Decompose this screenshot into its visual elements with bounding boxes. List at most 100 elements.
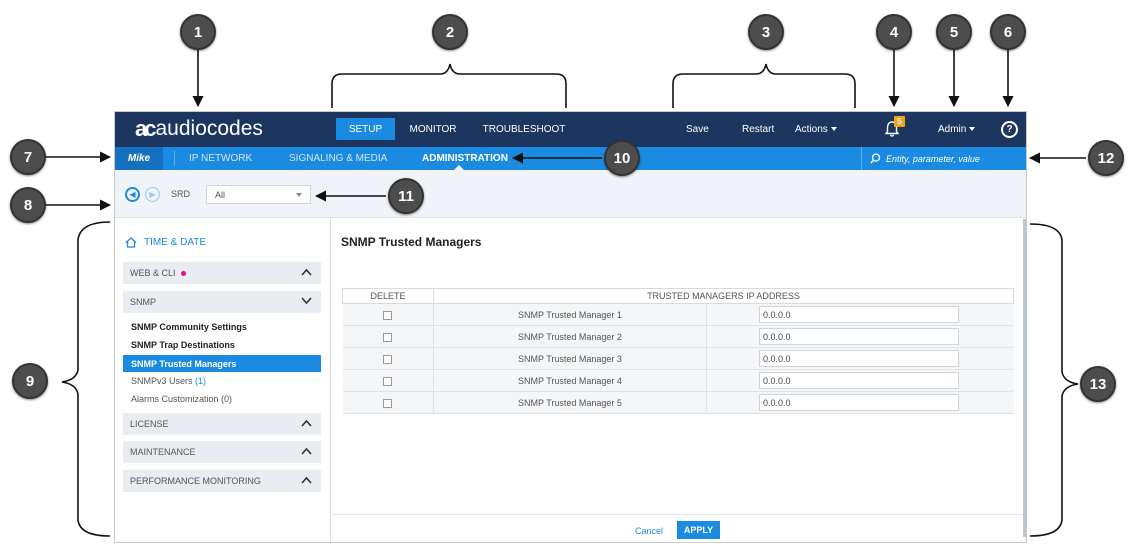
manager-name: SNMP Trusted Manager 4 xyxy=(433,369,707,392)
tree-item-snmp-trap-destinations[interactable]: SNMP Trap Destinations xyxy=(131,340,235,350)
tree-item-snmpv3-users[interactable]: SNMPv3 Users (1) xyxy=(131,376,206,386)
scrollbar[interactable] xyxy=(1023,219,1026,537)
search-input[interactable]: Entity, parameter, value xyxy=(861,147,1026,170)
work-pane: SNMP Trusted Managers DELETE TRUSTED MAN… xyxy=(332,219,1026,542)
logo-mark: ac xyxy=(135,116,157,141)
srd-label: SRD xyxy=(171,189,191,199)
ip-address-input[interactable]: 0.0.0.0 xyxy=(759,328,959,345)
delete-checkbox[interactable] xyxy=(383,398,393,408)
chevron-down-icon xyxy=(830,127,837,131)
tree-group-snmp[interactable]: SNMP xyxy=(123,291,321,313)
notification-badge: 5 xyxy=(894,116,905,127)
tree-group-maintenance[interactable]: MAINTENANCE xyxy=(123,441,321,463)
tree-item-label: SNMPv3 Users xyxy=(131,376,193,386)
tab-setup[interactable]: SETUP xyxy=(336,118,395,140)
table-row: SNMP Trusted Manager 3 0.0.0.0 xyxy=(342,347,1014,370)
admin-user-menu[interactable]: Admin xyxy=(938,118,976,140)
admin-user-label: Admin xyxy=(938,123,967,135)
group-label: MAINTENANCE xyxy=(130,447,196,457)
item-count: (1) xyxy=(195,376,207,386)
chevron-down-icon xyxy=(301,297,312,305)
srd-selected-value: All xyxy=(215,189,226,200)
tree-group-performance-monitoring[interactable]: PERFORMANCE MONITORING xyxy=(123,470,321,492)
tab-monitor[interactable]: MONITOR xyxy=(400,118,466,140)
manager-name: SNMP Trusted Manager 5 xyxy=(433,391,707,414)
tree-item-snmp-community-settings[interactable]: SNMP Community Settings xyxy=(131,322,247,332)
ip-address-input[interactable]: 0.0.0.0 xyxy=(759,350,959,367)
group-label: PERFORMANCE MONITORING xyxy=(130,476,261,486)
chevron-up-icon xyxy=(301,476,312,484)
actions-menu[interactable]: Actions xyxy=(795,118,837,140)
srd-toolbar: ◀ ▶ SRD All xyxy=(115,170,1026,218)
navigation-tree: TIME & DATE WEB & CLI SNMP SNMP Communit… xyxy=(115,219,331,542)
save-button[interactable]: Save xyxy=(686,118,709,140)
tree-home-time-date[interactable]: TIME & DATE xyxy=(125,237,206,248)
annotated-screenshot: 1 2 3 4 5 6 7 8 9 10 11 12 13 ac audioco… xyxy=(0,0,1128,544)
table-row: SNMP Trusted Manager 1 0.0.0.0 xyxy=(342,303,1014,326)
cancel-button[interactable]: Cancel xyxy=(635,526,663,536)
delete-checkbox[interactable] xyxy=(383,376,393,386)
tab-ip-network[interactable]: IP NETWORK xyxy=(189,147,252,170)
web-interface: ac audiocodes SETUP MONITOR TROUBLESHOOT… xyxy=(114,111,1027,543)
top-menu-bar: ac audiocodes SETUP MONITOR TROUBLESHOOT… xyxy=(115,112,1026,147)
navigation-bar: Mike IP NETWORK SIGNALING & MEDIA ADMINI… xyxy=(115,147,1026,170)
callout-10: 10 xyxy=(604,140,640,176)
callout-12: 12 xyxy=(1088,140,1124,176)
callout-13: 13 xyxy=(1080,366,1116,402)
srd-dropdown[interactable]: All xyxy=(206,185,311,204)
actions-menu-label: Actions xyxy=(795,123,828,135)
search-icon xyxy=(870,153,881,164)
callout-5: 5 xyxy=(936,14,972,50)
callout-8: 8 xyxy=(10,187,46,223)
forward-arrow-icon[interactable]: ▶ xyxy=(145,187,160,202)
tree-home-label: TIME & DATE xyxy=(144,237,207,248)
callout-7: 7 xyxy=(10,139,46,175)
ip-address-input[interactable]: 0.0.0.0 xyxy=(759,372,959,389)
help-icon[interactable]: ? xyxy=(1001,121,1018,138)
delete-checkbox[interactable] xyxy=(383,310,393,320)
chevron-up-icon xyxy=(301,419,312,427)
item-count: (0) xyxy=(221,394,233,404)
search-placeholder: Entity, parameter, value xyxy=(886,153,980,164)
tree-group-web-cli[interactable]: WEB & CLI xyxy=(123,262,321,284)
audiocodes-logo: ac audiocodes xyxy=(135,116,263,141)
group-label: WEB & CLI xyxy=(130,268,176,278)
unsaved-changes-indicator xyxy=(180,270,186,276)
tree-item-label: Alarms Customization xyxy=(131,394,219,404)
chevron-down-icon xyxy=(296,193,302,197)
tab-signaling-media[interactable]: SIGNALING & MEDIA xyxy=(289,147,387,170)
table-row: SNMP Trusted Manager 4 0.0.0.0 xyxy=(342,369,1014,392)
delete-checkbox[interactable] xyxy=(383,332,393,342)
ip-address-input[interactable]: 0.0.0.0 xyxy=(759,306,959,323)
callout-2: 2 xyxy=(432,14,468,50)
ip-address-input[interactable]: 0.0.0.0 xyxy=(759,394,959,411)
restart-button[interactable]: Restart xyxy=(742,118,774,140)
action-footer: Cancel APPLY xyxy=(332,514,1023,542)
back-arrow-icon[interactable]: ◀ xyxy=(125,187,140,202)
tab-troubleshoot[interactable]: TROUBLESHOOT xyxy=(476,118,572,140)
tree-item-snmp-trusted-managers[interactable]: SNMP Trusted Managers xyxy=(123,355,321,372)
tree-item-alarms-customization[interactable]: Alarms Customization (0) xyxy=(131,394,232,404)
callout-4: 4 xyxy=(876,14,912,50)
page-title: SNMP Trusted Managers xyxy=(341,235,482,249)
column-header-ip-address: TRUSTED MANAGERS IP ADDRESS xyxy=(433,288,1014,304)
tree-group-license[interactable]: LICENSE xyxy=(123,413,321,435)
chevron-up-icon xyxy=(301,268,312,276)
divider xyxy=(174,151,175,166)
trusted-managers-table: DELETE TRUSTED MANAGERS IP ADDRESS SNMP … xyxy=(342,288,1014,414)
callout-6: 6 xyxy=(990,14,1026,50)
chevron-up-icon xyxy=(301,447,312,455)
group-label: LICENSE xyxy=(130,419,169,429)
manager-name: SNMP Trusted Manager 3 xyxy=(433,347,707,370)
delete-checkbox[interactable] xyxy=(383,354,393,364)
tab-administration[interactable]: ADMINISTRATION xyxy=(422,147,508,170)
callout-11: 11 xyxy=(388,178,424,214)
user-name-tab[interactable]: Mike xyxy=(115,147,163,170)
manager-name: SNMP Trusted Manager 2 xyxy=(433,325,707,348)
manager-name: SNMP Trusted Manager 1 xyxy=(433,303,707,326)
table-row: SNMP Trusted Manager 2 0.0.0.0 xyxy=(342,325,1014,348)
callout-1: 1 xyxy=(180,14,216,50)
chevron-down-icon xyxy=(969,127,976,131)
apply-button[interactable]: APPLY xyxy=(677,521,720,539)
table-row: SNMP Trusted Manager 5 0.0.0.0 xyxy=(342,391,1014,414)
